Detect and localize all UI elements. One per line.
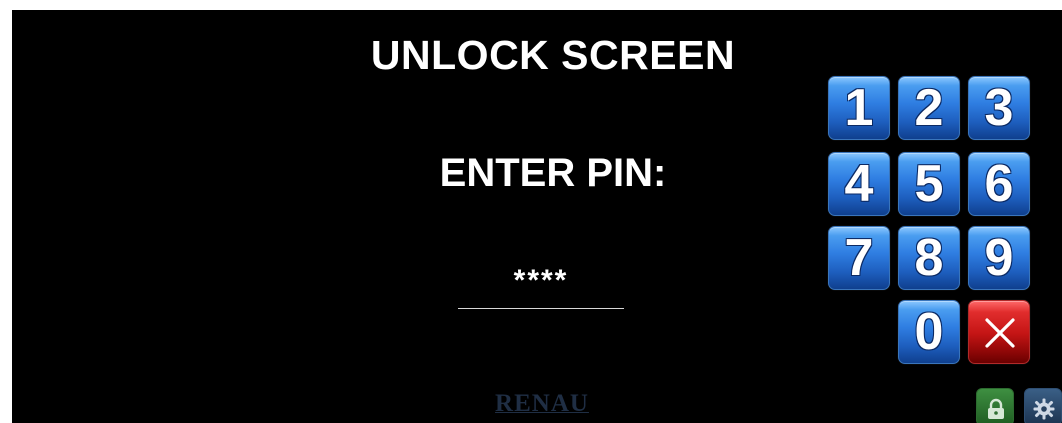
- pin-masked-value: ****: [513, 264, 569, 297]
- key-0-label: 0: [914, 303, 944, 361]
- key-3-label: 3: [984, 79, 1014, 137]
- key-7-button[interactable]: 7: [828, 226, 890, 290]
- page-title: UNLOCK SCREEN: [370, 32, 736, 78]
- key-8-label: 8: [914, 229, 944, 287]
- key-5-button[interactable]: 5: [898, 152, 960, 216]
- key-4-button[interactable]: 4: [828, 152, 890, 216]
- window-frame: UNLOCK SCREEN ENTER PIN: **** 1 2 3 4 5 …: [0, 0, 1062, 423]
- lock-icon: [988, 398, 1004, 419]
- lock-button[interactable]: [976, 388, 1014, 423]
- close-icon: [985, 318, 1015, 348]
- key-2-button[interactable]: 2: [898, 76, 960, 140]
- key-1-label: 1: [844, 79, 874, 137]
- brand-logo: RENAU: [495, 390, 589, 417]
- key-9-button[interactable]: 9: [968, 226, 1030, 290]
- key-4-label: 4: [844, 155, 874, 213]
- key-6-button[interactable]: 6: [968, 152, 1030, 216]
- key-5-label: 5: [914, 155, 944, 213]
- key-0-button[interactable]: 0: [898, 300, 960, 364]
- key-8-button[interactable]: 8: [898, 226, 960, 290]
- settings-button[interactable]: [1024, 388, 1062, 423]
- key-7-label: 7: [844, 229, 874, 287]
- pin-input[interactable]: ****: [458, 242, 624, 309]
- key-6-label: 6: [984, 155, 1014, 213]
- key-1-button[interactable]: 1: [828, 76, 890, 140]
- key-3-button[interactable]: 3: [968, 76, 1030, 140]
- key-2-label: 2: [914, 79, 944, 137]
- unlock-screen: UNLOCK SCREEN ENTER PIN: **** 1 2 3 4 5 …: [12, 10, 1062, 423]
- clear-button[interactable]: [968, 300, 1030, 364]
- key-9-label: 9: [984, 229, 1014, 287]
- gear-icon: [1033, 398, 1055, 420]
